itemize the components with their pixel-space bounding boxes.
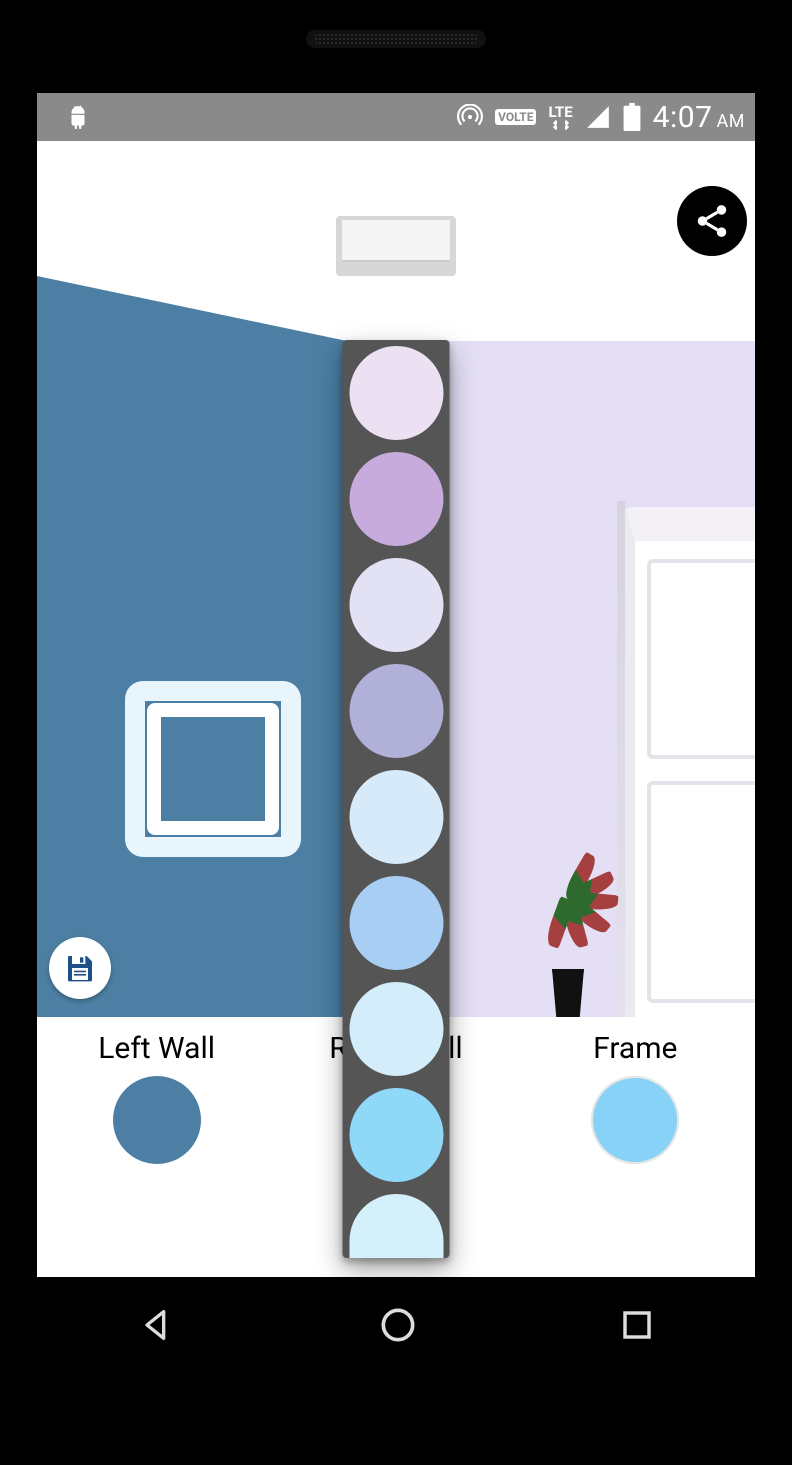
palette-color-0[interactable] [349, 346, 443, 440]
save-button[interactable] [49, 937, 111, 999]
ceiling-light [336, 216, 456, 276]
android-icon [65, 104, 91, 130]
volte-badge: VOLTE [495, 109, 536, 125]
slot-left-wall[interactable]: Left Wall [37, 1031, 276, 1164]
slot-frame[interactable]: Frame [516, 1031, 755, 1164]
door [625, 507, 755, 1017]
plant [513, 887, 623, 1017]
signal-icon [585, 104, 611, 130]
slot-swatch-left[interactable] [113, 1076, 201, 1164]
color-palette-popover[interactable] [343, 340, 450, 1258]
speaker-grill [306, 30, 486, 48]
system-nav-bar [37, 1277, 755, 1372]
slot-swatch-frame[interactable] [591, 1076, 679, 1164]
hotspot-icon [457, 104, 483, 130]
lte-icon: LTE [548, 105, 572, 130]
screen: VOLTE LTE 4:07AM [37, 93, 755, 1277]
palette-color-1[interactable] [349, 452, 443, 546]
battery-icon [623, 103, 641, 131]
palette-color-6[interactable] [349, 982, 443, 1076]
left-wall[interactable] [37, 141, 347, 1017]
share-icon [693, 202, 731, 240]
palette-color-7[interactable] [349, 1088, 443, 1182]
device-frame: VOLTE LTE 4:07AM [0, 0, 792, 1465]
status-bar: VOLTE LTE 4:07AM [37, 93, 755, 141]
wall-frame[interactable] [125, 681, 301, 857]
palette-color-5[interactable] [349, 876, 443, 970]
app-content: Left Wall Right Wall Frame [37, 141, 755, 1277]
palette-color-4[interactable] [349, 770, 443, 864]
nav-home-icon[interactable] [376, 1303, 420, 1347]
save-icon [64, 952, 96, 984]
share-button[interactable] [677, 186, 747, 256]
nav-back-icon[interactable] [137, 1305, 177, 1345]
slot-label: Left Wall [37, 1031, 276, 1066]
slot-label: Frame [516, 1031, 755, 1066]
palette-color-2[interactable] [349, 558, 443, 652]
clock: 4:07AM [653, 100, 745, 135]
nav-recent-icon[interactable] [619, 1307, 655, 1343]
palette-color-3[interactable] [349, 664, 443, 758]
palette-color-8[interactable] [349, 1194, 443, 1258]
